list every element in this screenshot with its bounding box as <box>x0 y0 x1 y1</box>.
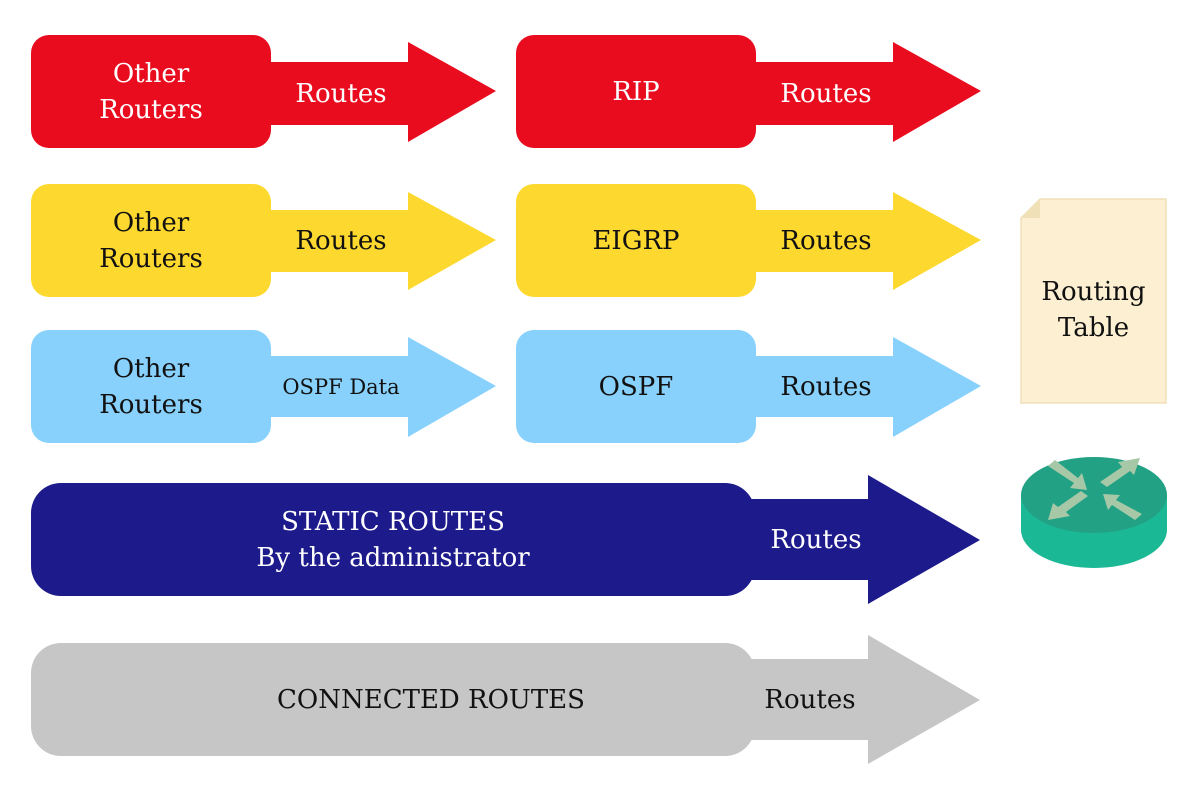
eigrp-protocol-arrow-label: Routes <box>780 226 872 256</box>
rip-source-arrow-label: Routes <box>295 78 387 109</box>
ospf-source-label: Other Routers <box>99 353 203 420</box>
static-routes-arrow-label: Routes <box>770 525 862 555</box>
ospf-protocol-arrow-label: Routes <box>780 371 872 402</box>
rip-protocol-label: RIP <box>612 76 660 107</box>
eigrp-source-label: Other Routers <box>99 207 203 274</box>
ospf-source-arrow-label: OSPF Data <box>282 374 400 399</box>
eigrp-source-arrow-label: Routes <box>295 226 387 256</box>
rip-source-label: Other Routers <box>99 58 203 125</box>
router-icon <box>1021 457 1167 568</box>
rip-protocol-arrow-label: Routes <box>780 78 872 109</box>
connected-routes-label: CONNECTED ROUTES <box>277 684 585 715</box>
static-routes-label: STATIC ROUTES By the administrator <box>256 506 530 573</box>
connected-routes-arrow-label: Routes <box>764 685 856 715</box>
ospf-protocol-label: OSPF <box>598 371 674 402</box>
routing-table-label: Routing Table <box>1041 277 1146 343</box>
eigrp-protocol-label: EIGRP <box>592 225 680 256</box>
